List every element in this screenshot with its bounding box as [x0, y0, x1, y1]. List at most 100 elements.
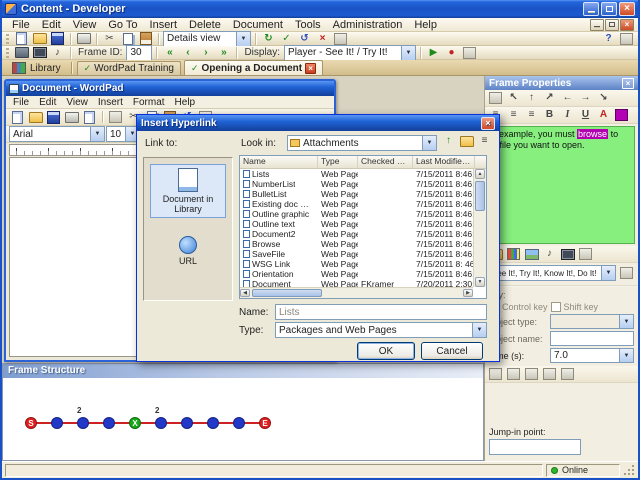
- last-frame-icon[interactable]: »: [215, 46, 232, 60]
- menu-item[interactable]: Format: [128, 97, 170, 108]
- undo-checkout-icon[interactable]: ↺: [296, 32, 313, 46]
- file-row[interactable]: Lists Web Page 7/15/2011 8:46:16: [240, 169, 473, 179]
- mdi-restore-button[interactable]: [605, 19, 619, 31]
- close-button[interactable]: [619, 2, 635, 16]
- menu-item[interactable]: View: [67, 19, 103, 31]
- sidebar-item-url[interactable]: URL: [150, 232, 226, 270]
- menu-item[interactable]: View: [61, 97, 93, 108]
- modes-combo[interactable]: See It!, Try It!, Know It!, Do It!: [488, 265, 616, 281]
- new-icon[interactable]: [9, 110, 26, 124]
- scrollbar-thumb[interactable]: [252, 289, 322, 297]
- color-palette-icon[interactable]: [505, 247, 522, 261]
- library-tab[interactable]: Library: [5, 61, 66, 75]
- chevron-down-icon[interactable]: [472, 323, 486, 337]
- film-icon[interactable]: [31, 46, 48, 60]
- more-options-icon[interactable]: [618, 266, 635, 280]
- scroll-up-icon[interactable]: [475, 169, 485, 179]
- name-input[interactable]: Lists: [275, 304, 487, 320]
- next-frame-icon[interactable]: ›: [197, 46, 214, 60]
- scroll-down-icon[interactable]: [475, 277, 485, 287]
- resize-grip[interactable]: [623, 464, 635, 476]
- action-icon[interactable]: [541, 367, 558, 381]
- paste-icon[interactable]: [137, 32, 154, 46]
- settings-icon[interactable]: [461, 46, 478, 60]
- display-combo[interactable]: Player - See It! / Try It!: [284, 45, 416, 61]
- menu-item[interactable]: Insert: [144, 19, 184, 31]
- previous-frame-icon[interactable]: ‹: [179, 46, 196, 60]
- underline-icon[interactable]: U: [577, 108, 594, 122]
- highlight-color-icon[interactable]: [613, 108, 630, 122]
- object-type-combo[interactable]: [550, 314, 634, 329]
- frame-node[interactable]: [233, 417, 245, 429]
- pointer-down-right-icon[interactable]: ↘: [595, 91, 612, 105]
- refresh-icon[interactable]: ↻: [260, 32, 277, 46]
- open-icon[interactable]: [31, 32, 48, 46]
- view-mode-combo[interactable]: Details view: [163, 31, 251, 47]
- vertical-scrollbar[interactable]: [473, 169, 486, 287]
- action-icon[interactable]: [487, 367, 504, 381]
- toolbar-grip[interactable]: [6, 34, 9, 44]
- align-right-icon[interactable]: ≡: [523, 108, 540, 122]
- help-icon[interactable]: ?: [600, 32, 617, 46]
- object-name-field[interactable]: [550, 331, 634, 346]
- italic-icon[interactable]: I: [559, 108, 576, 122]
- file-row[interactable]: Document Web Page FKramer 7/20/2011 2:30…: [240, 279, 473, 287]
- print-icon[interactable]: [63, 110, 80, 124]
- ok-button[interactable]: OK: [357, 342, 415, 360]
- copy-icon[interactable]: [119, 32, 136, 46]
- column-header-checked-out-by[interactable]: Checked Out By: [358, 156, 413, 168]
- panel-close-icon[interactable]: [622, 78, 634, 89]
- wordpad-titlebar[interactable]: Document - WordPad: [6, 81, 334, 96]
- frame-node[interactable]: S: [25, 417, 37, 429]
- menu-item[interactable]: Document: [227, 19, 289, 31]
- file-row[interactable]: Document2 Web Page 7/15/2011 8:46:16: [240, 229, 473, 239]
- bubble-shape-icon[interactable]: [487, 91, 504, 105]
- find-icon[interactable]: [107, 110, 124, 124]
- cut-icon[interactable]: ✂: [101, 32, 118, 46]
- scrollbar-thumb[interactable]: [475, 181, 485, 211]
- bubble-text-editor[interactable]: s example, you must browse to e file you…: [488, 126, 635, 244]
- dialog-close-icon[interactable]: [481, 117, 495, 130]
- file-row[interactable]: SaveFile Web Page 7/15/2011 8:46:16: [240, 249, 473, 259]
- chevron-down-icon[interactable]: [401, 46, 415, 60]
- menu-item[interactable]: Delete: [183, 19, 227, 31]
- frame-node[interactable]: 2: [155, 417, 167, 429]
- pointer-right-icon[interactable]: →: [577, 91, 594, 105]
- sound-icon[interactable]: ♪: [541, 247, 558, 261]
- properties-icon[interactable]: [332, 32, 349, 46]
- font-size-combo[interactable]: 10: [106, 126, 140, 142]
- sound-icon[interactable]: ♪: [49, 46, 66, 60]
- column-header-name[interactable]: Name: [240, 156, 318, 168]
- frame-node[interactable]: [181, 417, 193, 429]
- jump-in-point-field[interactable]: [489, 439, 581, 455]
- tab-opening-a-document[interactable]: Opening a Document: [184, 60, 323, 75]
- tab-wordpad-training[interactable]: WordPad Training: [77, 61, 181, 75]
- minimize-button[interactable]: [583, 2, 599, 16]
- align-center-icon[interactable]: ≡: [505, 108, 522, 122]
- menu-item[interactable]: File: [6, 19, 36, 31]
- record-icon[interactable]: ●: [443, 46, 460, 60]
- text-box-icon[interactable]: [577, 247, 594, 261]
- chevron-down-icon[interactable]: [619, 349, 633, 362]
- first-frame-icon[interactable]: «: [161, 46, 178, 60]
- tab-close-icon[interactable]: [305, 63, 316, 74]
- pointer-left-icon[interactable]: ←: [559, 91, 576, 105]
- horizontal-scrollbar[interactable]: [240, 287, 473, 298]
- file-row[interactable]: Orientation Web Page 7/15/2011 8:46:16: [240, 269, 473, 279]
- chevron-down-icon[interactable]: [422, 136, 436, 150]
- frame-node[interactable]: [103, 417, 115, 429]
- new-folder-icon[interactable]: [458, 134, 475, 148]
- type-combo[interactable]: Packages and Web Pages: [275, 322, 487, 338]
- file-row[interactable]: NumberList Web Page 7/15/2011 8:46:16: [240, 179, 473, 189]
- menu-item[interactable]: Help: [170, 97, 201, 108]
- maximize-button[interactable]: [601, 2, 617, 16]
- save-icon[interactable]: [45, 110, 62, 124]
- dialog-titlebar[interactable]: Insert Hyperlink: [137, 115, 499, 131]
- action-icon[interactable]: [559, 367, 576, 381]
- file-row[interactable]: Existing doc msg Web Page 7/15/2011 8:46…: [240, 199, 473, 209]
- file-row[interactable]: Browse Web Page 7/15/2011 8:46:16: [240, 239, 473, 249]
- open-icon[interactable]: [27, 110, 44, 124]
- movie-icon[interactable]: [559, 247, 576, 261]
- file-row[interactable]: WSG Link Web Page 7/15/2011 8: 46:16: [240, 259, 473, 269]
- chevron-down-icon[interactable]: [90, 127, 104, 141]
